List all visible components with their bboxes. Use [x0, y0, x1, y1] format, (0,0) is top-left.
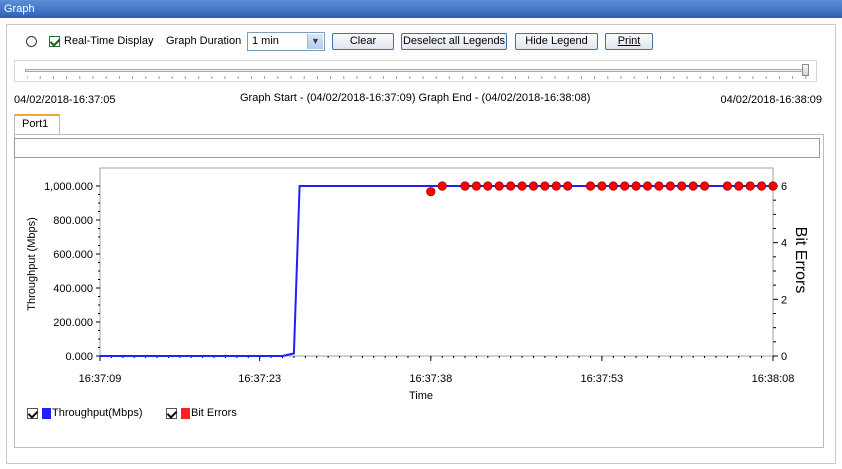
- bit-error-point: [563, 181, 573, 191]
- legend-throughput-checkbox[interactable]: [27, 408, 38, 419]
- x-tick-label: 16:37:09: [79, 373, 122, 385]
- bit-error-point: [528, 181, 539, 191]
- throughput-chart: 0.000 200.000 400.000 600.000 800.000 1,000.0…: [26, 167, 809, 402]
- bit-error-point: [437, 181, 447, 191]
- bit-error-point: [551, 181, 561, 191]
- bit-error-point: [631, 181, 641, 191]
- x-tick-label: 16:37:53: [580, 373, 623, 385]
- x-tick-label: 16:37:38: [409, 373, 452, 385]
- y2-tick-label: 4: [781, 238, 787, 250]
- bit-error-point: [756, 181, 767, 191]
- legend-bit-errors-label: Bit Errors: [191, 407, 237, 419]
- y-tick-label: 400.000: [53, 283, 93, 295]
- y-tick-label: 800.000: [53, 215, 93, 227]
- x-axis-label: Time: [409, 390, 433, 402]
- bit-error-point: [471, 181, 482, 191]
- bit-error-point: [426, 187, 436, 197]
- bit-error-point: [517, 181, 527, 191]
- bit-error-point: [688, 181, 698, 191]
- bit-error-point: [506, 181, 516, 191]
- bit-error-point: [677, 181, 687, 191]
- y2-tick-label: 6: [781, 181, 787, 193]
- legend-bit-errors-checkbox[interactable]: [166, 408, 177, 419]
- bit-error-point: [642, 181, 653, 191]
- bit-error-point: [597, 181, 607, 191]
- bit-error-point: [734, 181, 744, 191]
- bit-error-point: [665, 181, 675, 191]
- y-tick-label: 1,000.000: [44, 181, 93, 193]
- legend-bit-errors-swatch: [181, 408, 190, 419]
- x-tick-label: 16:37:23: [238, 373, 281, 385]
- bit-error-point: [768, 181, 778, 191]
- bit-error-point: [585, 181, 596, 191]
- bit-error-point: [540, 181, 550, 191]
- y-axis-label: Throughput (Mbps): [26, 217, 38, 311]
- bit-error-point: [699, 181, 710, 191]
- legend-throughput-swatch: [42, 408, 51, 419]
- bit-error-point: [460, 181, 470, 191]
- y-tick-label: 200.000: [53, 317, 93, 329]
- y-tick-label: 600.000: [53, 249, 93, 261]
- bit-error-point: [608, 181, 618, 191]
- bit-error-point: [483, 181, 493, 191]
- y2-axis-label: Bit Errors: [792, 227, 809, 294]
- y-tick-label: 0.000: [65, 351, 93, 363]
- legend-throughput-label: Throughput(Mbps): [52, 407, 143, 419]
- y2-tick-label: 0: [781, 351, 787, 363]
- bit-error-point: [745, 181, 755, 191]
- bit-error-point: [494, 181, 504, 191]
- y2-tick-label: 2: [781, 294, 787, 306]
- plot-area: [99, 167, 774, 357]
- bit-error-point: [654, 181, 664, 191]
- bit-error-point: [620, 181, 630, 191]
- bit-error-point: [722, 181, 732, 191]
- x-tick-label: 16:38:08: [752, 373, 795, 385]
